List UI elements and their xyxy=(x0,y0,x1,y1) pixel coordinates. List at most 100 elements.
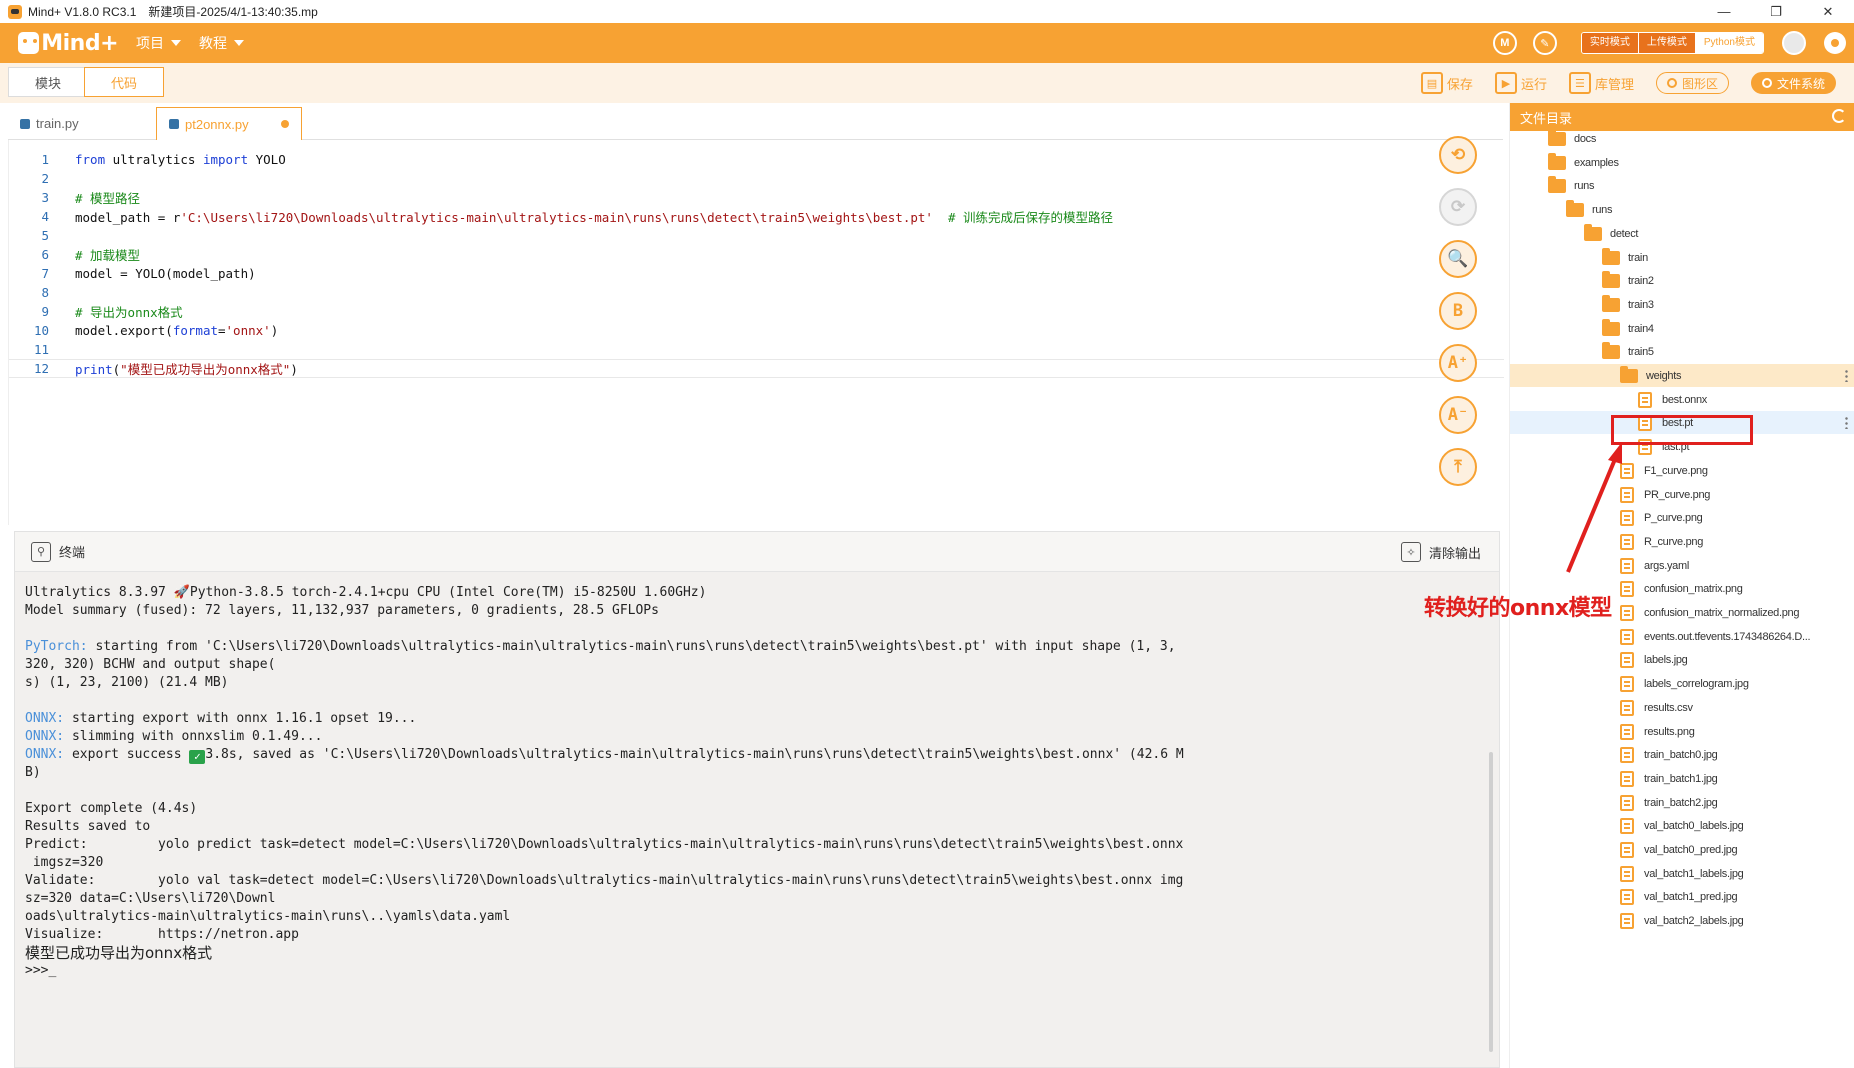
tree-file-item[interactable]: labels_correlogram.jpg xyxy=(1510,672,1854,695)
code-line[interactable]: 1 from ultralytics import YOLO xyxy=(9,150,1504,169)
code-line[interactable]: 11 xyxy=(9,340,1504,359)
tree-folder-item[interactable]: train2 xyxy=(1510,269,1854,292)
code-line[interactable]: 10 model.export(format='onnx') xyxy=(9,321,1504,340)
code-editor[interactable]: 1 from ultralytics import YOLO 2 3 # 模型路径 4 mo… xyxy=(8,136,1504,525)
redo-icon[interactable]: ⟳ xyxy=(1439,188,1477,226)
tree-file-item[interactable]: events.out.tfevents.1743486264.D... xyxy=(1510,625,1854,648)
file-browser-panel: 文件目录 docs examples runs runs detect train trai… xyxy=(1509,103,1854,1068)
maximize-button[interactable]: ❐ xyxy=(1750,0,1802,23)
code-token: YOLO xyxy=(248,152,286,167)
code-text: # 加载模型 xyxy=(75,245,140,264)
tree-file-item[interactable]: val_batch1_labels.jpg xyxy=(1510,862,1854,885)
file-tabs: train.py pt2onnx.py xyxy=(8,103,1503,140)
code-line[interactable]: 3 # 模型路径 xyxy=(9,188,1504,207)
file-icon xyxy=(1620,604,1634,621)
graphics-icon xyxy=(1666,78,1677,88)
gear-icon[interactable] xyxy=(1824,32,1846,54)
code-line[interactable]: 4 model_path = r'C:\Users\li720\Downloads… xyxy=(9,207,1504,226)
user-avatar[interactable] xyxy=(1782,31,1806,55)
search-icon[interactable]: 🔍 xyxy=(1439,240,1477,278)
code-token: format xyxy=(172,323,218,338)
code-line[interactable]: 5 xyxy=(9,226,1504,245)
terminal-text: >>>_ xyxy=(25,963,57,978)
mode-upload[interactable]: 上传模式 xyxy=(1637,33,1695,53)
tree-item-label: confusion_matrix_normalized.png xyxy=(1644,606,1800,619)
tree-folder-item[interactable]: docs xyxy=(1510,127,1854,150)
file-tab-pt2onnx[interactable]: pt2onnx.py xyxy=(156,107,302,140)
undo-icon[interactable]: ⟲ xyxy=(1439,136,1477,174)
code-line[interactable]: 8 xyxy=(9,283,1504,302)
mode-realtime[interactable]: 实时模式 xyxy=(1581,33,1638,53)
mode-python[interactable]: Python模式 xyxy=(1694,33,1763,53)
code-line[interactable]: 12 print("模型已成功导出为onnx格式") xyxy=(9,359,1504,378)
code-token: model_path = r xyxy=(75,210,181,225)
tree-item-label: P_curve.png xyxy=(1644,511,1703,524)
terminal-text: PyTorch: xyxy=(25,639,88,654)
tree-folder-item[interactable]: examples xyxy=(1510,151,1854,174)
format-icon[interactable]: B xyxy=(1439,292,1477,330)
terminal-line: Visualize: https://netron.app xyxy=(25,926,1465,944)
terminal-output[interactable]: Ultralytics 8.3.97 🚀Python-3.8.5 torch-2… xyxy=(25,584,1465,980)
terminal-text: s) (1, 23, 2100) (21.4 MB) xyxy=(25,675,229,690)
tree-file-item[interactable]: val_batch0_labels.jpg xyxy=(1510,814,1854,837)
tree-item-label: val_batch0_labels.jpg xyxy=(1644,819,1744,832)
file-icon xyxy=(1620,580,1634,597)
code-token: # 训练完成后保存的模型路径 xyxy=(932,210,1114,225)
tree-item-label: runs xyxy=(1574,179,1595,192)
code-token: import xyxy=(202,152,249,167)
tree-file-item[interactable]: train_batch0.jpg xyxy=(1510,743,1854,766)
minimize-button[interactable]: — xyxy=(1698,0,1750,23)
tree-file-item[interactable]: results.png xyxy=(1510,720,1854,743)
tree-folder-item[interactable]: weights xyxy=(1510,364,1854,387)
tree-item-label: PR_curve.png xyxy=(1644,488,1711,501)
menu-tutorial[interactable]: 教程 xyxy=(199,33,244,53)
tree-folder-item[interactable]: train5 xyxy=(1510,340,1854,363)
tab-blocks[interactable]: 模块 xyxy=(8,67,88,97)
run-button[interactable]: ▶ 运行 xyxy=(1494,72,1547,94)
terminal-scrollbar[interactable] xyxy=(1489,752,1493,1052)
tree-file-item[interactable]: val_batch0_pred.jpg xyxy=(1510,838,1854,861)
font-decrease-icon[interactable]: A⁻ xyxy=(1439,396,1477,434)
menu-project[interactable]: 项目 xyxy=(136,33,181,53)
line-number: 1 xyxy=(41,152,49,167)
tree-file-item[interactable]: results.csv xyxy=(1510,696,1854,719)
clear-output-button[interactable]: ✧ 清除输出 xyxy=(1400,542,1481,562)
graphics-button[interactable]: 图形区 xyxy=(1655,72,1729,94)
more-options-icon[interactable] xyxy=(1845,369,1848,382)
tree-item-label: val_batch2_labels.jpg xyxy=(1644,914,1744,927)
close-button[interactable]: ✕ xyxy=(1802,0,1854,23)
tree-folder-item[interactable]: train3 xyxy=(1510,293,1854,316)
refresh-icon[interactable] xyxy=(1832,109,1846,123)
save-button[interactable]: ▤ 保存 xyxy=(1420,72,1473,94)
library-button[interactable]: ☰ 库管理 xyxy=(1568,72,1634,94)
community-icon[interactable]: M xyxy=(1492,31,1517,55)
tree-item-label: train5 xyxy=(1628,345,1654,358)
tree-file-item[interactable]: train_batch1.jpg xyxy=(1510,767,1854,790)
tree-folder-item[interactable]: detect xyxy=(1510,222,1854,245)
code-line[interactable]: 7 model = YOLO(model_path) xyxy=(9,264,1504,283)
file-tab-train[interactable]: train.py xyxy=(8,107,156,140)
terminal-line: PyTorch: starting from 'C:\Users\li720\D… xyxy=(25,638,1465,656)
tree-file-item[interactable]: train_batch2.jpg xyxy=(1510,791,1854,814)
scroll-top-icon[interactable]: ⤒ xyxy=(1439,448,1477,486)
more-options-icon[interactable] xyxy=(1845,416,1848,429)
code-line[interactable]: 6 # 加载模型 xyxy=(9,245,1504,264)
tree-file-item[interactable]: labels.jpg xyxy=(1510,648,1854,671)
terminal-panel: ⚲ 终端 ✧ 清除输出 Ultralytics 8.3.97 🚀Python-3… xyxy=(14,531,1500,1068)
font-increase-icon[interactable]: A⁺ xyxy=(1439,344,1477,382)
terminal-line: Ultralytics 8.3.97 🚀Python-3.8.5 torch-2… xyxy=(25,584,1465,602)
tree-file-item[interactable]: val_batch2_labels.jpg xyxy=(1510,909,1854,932)
tree-folder-item[interactable]: runs xyxy=(1510,174,1854,197)
filesystem-button[interactable]: 文件系统 xyxy=(1750,72,1836,94)
tree-folder-item[interactable]: train4 xyxy=(1510,317,1854,340)
code-line[interactable]: 2 xyxy=(9,169,1504,188)
tree-file-item[interactable]: val_batch1_pred.jpg xyxy=(1510,885,1854,908)
code-line[interactable]: 9 # 导出为onnx格式 xyxy=(9,302,1504,321)
tree-folder-item[interactable]: train xyxy=(1510,246,1854,269)
tab-code[interactable]: 代码 xyxy=(84,67,164,97)
line-number: 7 xyxy=(41,266,49,281)
line-number: 10 xyxy=(33,323,49,338)
tree-folder-item[interactable]: runs xyxy=(1510,198,1854,221)
tree-file-item[interactable]: best.onnx xyxy=(1510,388,1854,411)
feedback-icon[interactable]: ✎ xyxy=(1532,31,1557,55)
